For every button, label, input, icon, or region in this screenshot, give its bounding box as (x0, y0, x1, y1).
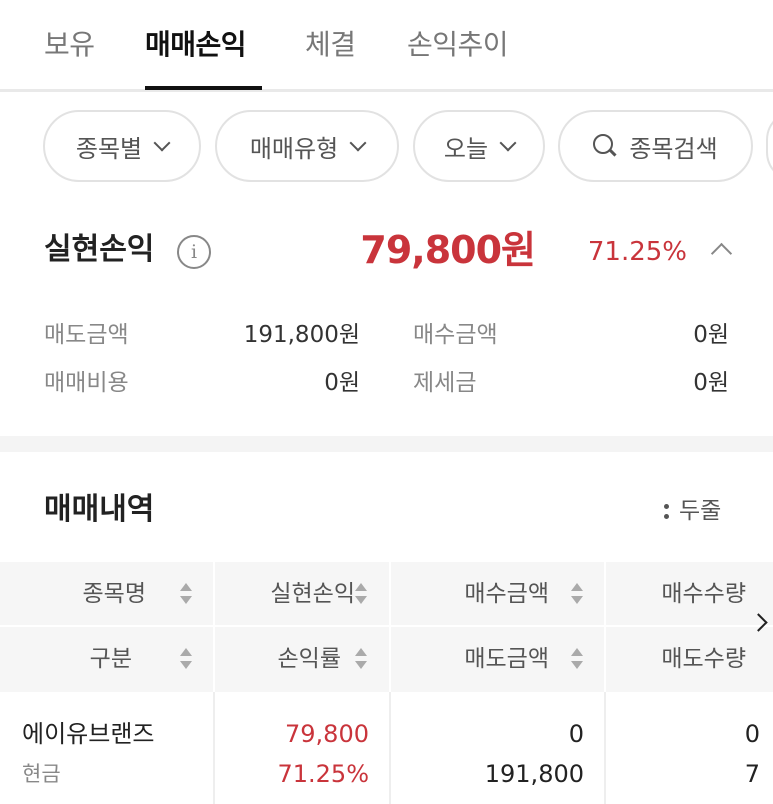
stock-search-label: 종목검색 (629, 134, 718, 163)
filter-trade-type-label: 매매유형 (249, 134, 339, 163)
chevron-down-icon (499, 134, 517, 152)
sell-amount-label: 매도금액 (44, 322, 129, 348)
filter-by-stock-button[interactable]: 종목별 (43, 110, 201, 182)
sort-icon[interactable] (355, 648, 367, 670)
search-icon (593, 134, 617, 158)
sort-icon[interactable] (571, 648, 583, 670)
header-pl-rate[interactable]: 손익률 (215, 627, 341, 691)
sort-icon[interactable] (355, 583, 367, 605)
filter-more-chip[interactable] (766, 110, 773, 182)
row-stock-name[interactable]: 에이유브랜즈 (22, 716, 154, 752)
filter-trade-type-button[interactable]: 매매유형 (215, 110, 399, 182)
realized-pl-label: 실현손익 (44, 232, 155, 267)
row-type: 현금 (22, 762, 61, 786)
taxes-label: 제세금 (413, 370, 477, 396)
trade-table-header: 종목명 실현손익 매수금액 매수수량 구분 손익률 매도금액 매도수량 (0, 562, 773, 692)
header-stock-name[interactable]: 종목명 (0, 562, 146, 626)
sort-icon[interactable] (180, 583, 192, 605)
info-icon[interactable]: i (177, 235, 211, 269)
row-realized-pl: 79,800 (285, 720, 369, 748)
filter-by-stock-label: 종목별 (75, 134, 143, 163)
row-col-divider (389, 692, 391, 804)
header-sell-amount[interactable]: 매도금액 (391, 627, 549, 691)
trade-cost-label: 매매비용 (44, 370, 129, 396)
header-type[interactable]: 구분 (0, 627, 132, 691)
tab-bar: 보유 매매손익 체결 손익추이 (0, 0, 773, 92)
section-divider (0, 436, 773, 452)
tab-trade-pl[interactable]: 매매손익 (145, 26, 247, 64)
header-buy-qty[interactable]: 매수수량 (606, 562, 746, 626)
tab-executions[interactable]: 체결 (305, 26, 356, 64)
buy-amount-label: 매수금액 (413, 322, 498, 348)
two-line-label: 두줄 (679, 498, 722, 524)
sell-amount-value: 191,800원 (243, 322, 360, 348)
filter-period-label: 오늘 (443, 134, 489, 163)
tab-holdings[interactable]: 보유 (44, 26, 95, 64)
row-col-divider (604, 692, 606, 804)
row-buy-qty: 0 (744, 720, 760, 748)
buy-amount-value: 0원 (693, 322, 729, 348)
trade-cost-value: 0원 (324, 370, 360, 396)
two-line-icon (664, 503, 669, 519)
header-buy-amount[interactable]: 매수금액 (391, 562, 549, 626)
header-sell-qty[interactable]: 매도수량 (606, 627, 746, 691)
row-pl-rate: 71.25% (277, 760, 369, 788)
stock-search-button[interactable]: 종목검색 (558, 110, 753, 182)
trade-history-title: 매매내역 (44, 492, 155, 527)
tab-pl-trend[interactable]: 손익추이 (407, 26, 509, 64)
two-line-view-toggle[interactable]: 두줄 (664, 496, 721, 526)
taxes-value: 0원 (693, 370, 729, 396)
chevron-down-icon (153, 134, 171, 152)
row-buy-amount: 0 (568, 720, 584, 748)
sort-icon[interactable] (571, 583, 583, 605)
row-sell-amount: 191,800 (484, 760, 584, 788)
filter-bar: 종목별 매매유형 오늘 종목검색 (0, 110, 773, 184)
realized-pl-rate: 71.25% (587, 237, 687, 267)
row-sell-qty: 7 (744, 760, 760, 788)
sort-icon[interactable] (180, 648, 192, 670)
chevron-down-icon (349, 134, 367, 152)
filter-period-button[interactable]: 오늘 (413, 110, 545, 182)
collapse-chevron-up-icon[interactable] (710, 242, 733, 265)
realized-pl-amount: 79,800원 (360, 228, 536, 272)
active-tab-indicator (145, 86, 262, 90)
row-col-divider (213, 692, 215, 804)
header-realized-pl[interactable]: 실현손익 (215, 562, 355, 626)
